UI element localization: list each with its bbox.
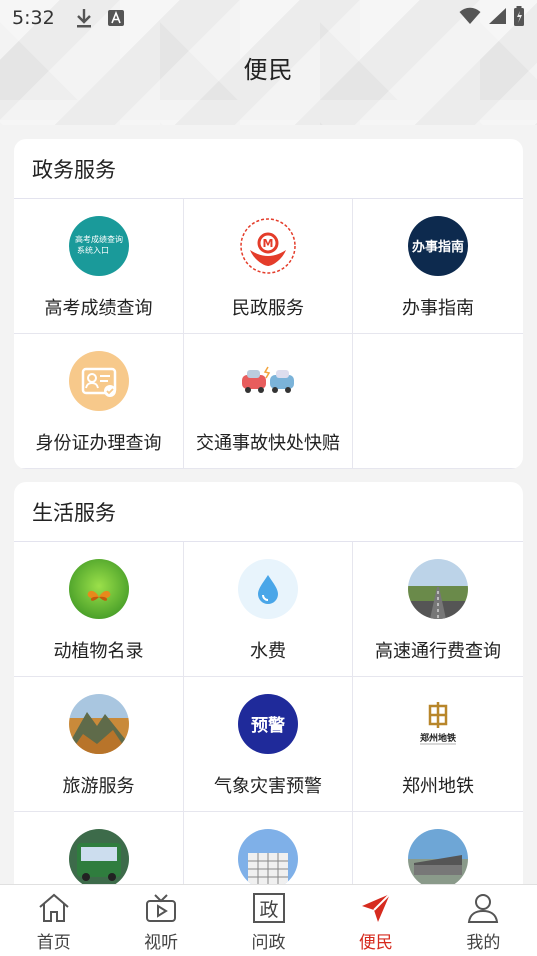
- station-icon: [408, 829, 468, 889]
- service-highway-toll[interactable]: 高速通行费查询: [353, 542, 523, 677]
- svg-text:办事指南: 办事指南: [412, 239, 464, 255]
- service-label: 办事指南: [402, 298, 474, 319]
- tab-label: 便民: [358, 933, 393, 953]
- service-guide[interactable]: 办事指南 办事指南: [353, 199, 523, 334]
- page-title: 便民: [243, 56, 294, 84]
- user-icon: [466, 893, 500, 927]
- service-civil-affairs[interactable]: M 民政服务: [184, 199, 353, 334]
- bus-icon: [68, 829, 129, 889]
- service-label: 身份证办理查询: [35, 433, 162, 454]
- bottom-tab-bar: 首页 视听 政 问政 便民 我的: [0, 884, 537, 956]
- service-zhengzhou-metro[interactable]: 郑州地铁 郑州地铁: [353, 677, 523, 812]
- svg-text:郑州地铁: 郑州地铁: [420, 732, 456, 744]
- svg-text:预警: 预警: [251, 715, 285, 736]
- mountain-icon: [68, 694, 129, 754]
- tab-politics[interactable]: 政 问政: [215, 885, 322, 956]
- service-label: 交通事故快处快赔: [196, 433, 340, 454]
- tab-mine[interactable]: 我的: [430, 885, 537, 956]
- building-icon: [238, 829, 298, 889]
- car-accident-icon: [238, 351, 298, 411]
- service-label: 郑州地铁: [402, 776, 474, 797]
- tab-home[interactable]: 首页: [0, 885, 107, 956]
- service-id-card[interactable]: 身份证办理查询: [14, 334, 184, 469]
- send-icon: [359, 893, 393, 927]
- id-card-icon: [68, 351, 129, 411]
- download-icon: [73, 7, 95, 29]
- home-icon: [37, 893, 71, 927]
- svg-text:高考成绩查询: 高考成绩查询: [75, 234, 123, 244]
- service-label: 高速通行费查询: [375, 641, 501, 662]
- service-flora-fauna[interactable]: 动植物名录: [14, 542, 184, 677]
- service-label: 动植物名录: [53, 641, 144, 662]
- service-label: 旅游服务: [62, 776, 135, 797]
- service-building[interactable]: [184, 812, 353, 892]
- service-label: 气象灾害预警: [214, 776, 322, 797]
- service-label: 高考成绩查询: [44, 298, 153, 319]
- tv-icon: [144, 893, 178, 927]
- guide-icon: 办事指南: [408, 216, 468, 276]
- service-weather-warning[interactable]: 预警 气象灾害预警: [184, 677, 353, 812]
- service-tourism[interactable]: 旅游服务: [14, 677, 184, 812]
- tab-label: 视听: [144, 933, 179, 953]
- highway-icon: [408, 559, 468, 619]
- a-badge-icon: [105, 7, 127, 29]
- tab-convenience[interactable]: 便民: [322, 885, 429, 956]
- service-gaokao[interactable]: 高考成绩查询 系统入口 高考成绩查询: [14, 199, 184, 334]
- svg-text:系统入口: 系统入口: [77, 245, 109, 255]
- status-bar: 5:32: [0, 0, 537, 36]
- life-services-title: 生活服务: [14, 482, 523, 542]
- weather-warning-icon: 预警: [238, 694, 298, 754]
- svg-text:政: 政: [259, 899, 278, 921]
- tab-label: 问政: [251, 933, 286, 953]
- butterfly-icon: [68, 559, 129, 619]
- life-services-card: 生活服务 动植物名录 水费 高速通行费查询 旅游服务 预警 气象灾害预警 郑州地…: [14, 482, 523, 892]
- service-car-accident[interactable]: 交通事故快处快赔: [184, 334, 353, 469]
- civil-affairs-icon: M: [238, 216, 298, 276]
- gaokao-icon: 高考成绩查询 系统入口: [68, 216, 129, 276]
- svg-text:M: M: [263, 237, 274, 250]
- service-bus[interactable]: [14, 812, 184, 892]
- gov-services-card: 政务服务 高考成绩查询 系统入口 高考成绩查询 M 民政服务 办事指南 办事指南…: [14, 139, 523, 469]
- politics-icon: 政: [252, 893, 286, 927]
- signal-icon: [487, 7, 507, 29]
- tab-label: 首页: [36, 933, 71, 953]
- service-water-fee[interactable]: 水费: [184, 542, 353, 677]
- water-drop-icon: [238, 559, 298, 619]
- status-time: 5:32: [12, 7, 55, 29]
- tab-media[interactable]: 视听: [107, 885, 214, 956]
- tab-label: 我的: [466, 933, 501, 953]
- metro-logo-icon: 郑州地铁: [408, 694, 468, 754]
- service-label: 水费: [250, 641, 286, 662]
- service-station[interactable]: [353, 812, 523, 892]
- empty-cell: [353, 334, 523, 469]
- gov-services-title: 政务服务: [14, 139, 523, 199]
- service-label: 民政服务: [232, 298, 304, 319]
- wifi-icon: [459, 7, 481, 29]
- battery-icon: [513, 6, 525, 30]
